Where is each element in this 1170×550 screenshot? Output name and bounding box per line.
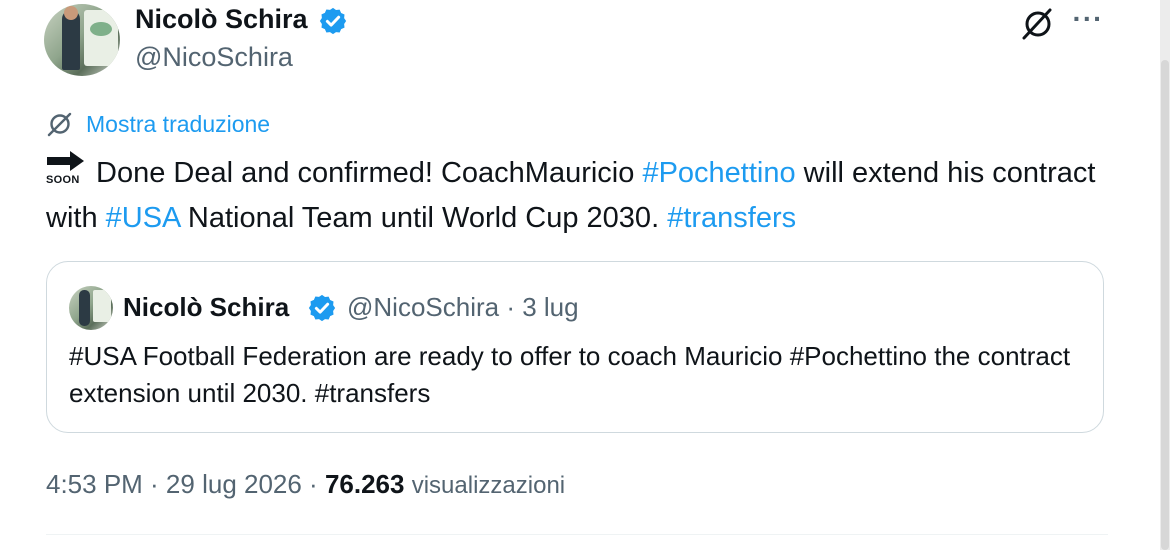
- scrollbar-track[interactable]: [1160, 0, 1170, 550]
- soon-arrow-icon: SOON: [46, 150, 86, 190]
- author-avatar[interactable]: [44, 4, 120, 76]
- tweet-timestamp[interactable]: 4:53 PM · 29 lug 2026 ·: [46, 469, 325, 499]
- verified-badge-icon: [319, 7, 347, 35]
- tweet-meta: 4:53 PM · 29 lug 2026 · 76.263 visualizz…: [46, 466, 565, 504]
- show-translation-link[interactable]: Mostra traduzione: [86, 111, 270, 138]
- quoted-handle-date: @NicoSchira · 3 lug: [347, 292, 579, 322]
- quoted-tweet-card[interactable]: Nicolò Schira @NicoSchira · 3 lug #USA F…: [46, 261, 1104, 433]
- quoted-tweet-text: #USA Football Federation are ready to of…: [69, 341, 1071, 408]
- author-handle[interactable]: @NicoSchira: [135, 40, 293, 74]
- quoted-author-avatar: [69, 286, 113, 330]
- views-count: 76.263: [324, 469, 405, 499]
- divider: [46, 534, 1108, 535]
- more-options-icon[interactable]: ···: [1068, 4, 1108, 40]
- tweet-text: SOON Done Deal and confirmed! CoachMauri…: [46, 150, 1116, 241]
- tweet-text-segment: National Team until World Cup 2030.: [179, 202, 668, 234]
- quoted-author-name: Nicolò Schira: [123, 292, 290, 322]
- verified-badge-icon: [308, 294, 336, 322]
- scrollbar-thumb[interactable]: [1161, 60, 1169, 550]
- grok-icon[interactable]: [1018, 4, 1058, 44]
- hashtag-link[interactable]: #transfers: [667, 202, 796, 234]
- translate-row[interactable]: Mostra traduzione: [46, 108, 270, 140]
- views-label: visualizzazioni: [411, 472, 566, 499]
- hashtag-link[interactable]: #USA: [106, 202, 180, 234]
- soon-label: SOON: [46, 174, 80, 186]
- hashtag-link[interactable]: #Pochettino: [642, 157, 795, 189]
- tweet-text-segment: Done Deal and confirmed! CoachMauricio: [96, 157, 643, 189]
- author-name[interactable]: Nicolò Schira: [135, 2, 308, 36]
- grok-translate-icon: [47, 112, 72, 137]
